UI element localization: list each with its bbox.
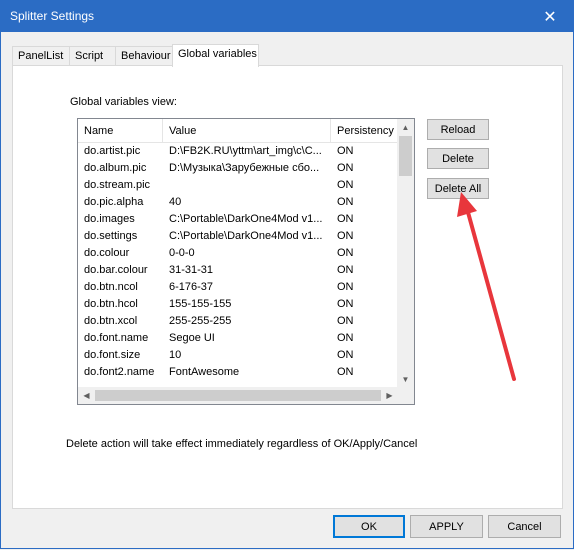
arrow-right-icon[interactable]: ▶ (381, 387, 398, 404)
delete-all-button[interactable]: Delete All (427, 178, 489, 199)
arrow-up-icon[interactable]: ▲ (397, 119, 414, 136)
cell-value: 40 (169, 196, 182, 208)
cell-value: 10 (169, 349, 182, 361)
arrow-left-icon[interactable]: ◀ (78, 387, 95, 404)
cell-name: do.artist.pic (84, 145, 141, 157)
table-row[interactable]: do.font.name Segoe UI ON (78, 330, 398, 347)
column-header-value[interactable]: Value (163, 119, 331, 143)
tab-script[interactable]: Script (69, 46, 116, 66)
global-variables-listview[interactable]: Name Value Persistency do.artist.pic D:\F… (77, 118, 415, 405)
cell-persistency: ON (337, 213, 354, 225)
scroll-corner (397, 387, 414, 404)
cell-persistency: ON (337, 247, 354, 259)
table-row[interactable]: do.settings C:\Portable\DarkOne4Mod v1...… (78, 228, 398, 245)
cell-persistency: ON (337, 298, 354, 310)
cell-value: Segoe UI (169, 332, 215, 344)
cell-persistency: ON (337, 349, 354, 361)
cell-value: D:\FB2K.RU\yttm\art_img\c\C... (169, 145, 322, 157)
ok-button[interactable]: OK (333, 515, 405, 538)
cell-value: 255-255-255 (169, 315, 232, 327)
cell-name: do.stream.pic (84, 179, 151, 191)
splitter-settings-dialog: Splitter Settings ✕ PanelList Script Beh… (0, 0, 574, 549)
reload-button[interactable]: Reload (427, 119, 489, 140)
tab-global-variables[interactable]: Global variables (172, 44, 259, 67)
delete-note: Delete action will take effect immediate… (66, 438, 418, 450)
cell-persistency: ON (337, 332, 354, 344)
tab-panellist[interactable]: PanelList (12, 46, 70, 66)
global-variables-view-label: Global variables view: (70, 96, 177, 108)
cell-name: do.btn.ncol (84, 281, 138, 293)
table-row[interactable]: do.pic.alpha 40 ON (78, 194, 398, 211)
table-row[interactable]: do.font.size 10 ON (78, 347, 398, 364)
cell-value: D:\Музыка\Зарубежные сбо... (169, 162, 320, 174)
apply-button[interactable]: APPLY (410, 515, 483, 538)
cell-name: do.btn.xcol (84, 315, 138, 327)
cell-persistency: ON (337, 281, 354, 293)
table-row[interactable]: do.bar.colour 31-31-31 ON (78, 262, 398, 279)
cell-name: do.colour (84, 247, 130, 259)
cell-value: FontAwesome (169, 366, 240, 378)
window-title: Splitter Settings (10, 9, 95, 23)
cell-name: do.font2.name (84, 366, 155, 378)
table-row[interactable]: do.album.pic D:\Музыка\Зарубежные сбо... O… (78, 160, 398, 177)
arrow-down-icon[interactable]: ▼ (397, 371, 414, 388)
vertical-scroll-thumb[interactable] (399, 136, 412, 176)
cell-name: do.font.size (84, 349, 141, 361)
cell-name: do.album.pic (84, 162, 147, 174)
cell-persistency: ON (337, 145, 354, 157)
cell-name: do.bar.colour (84, 264, 148, 276)
table-row[interactable]: do.font2.name FontAwesome ON (78, 364, 398, 381)
cell-name: do.settings (84, 230, 138, 242)
cell-name: do.images (84, 213, 135, 225)
cell-name: do.btn.hcol (84, 298, 138, 310)
cell-persistency: ON (337, 366, 354, 378)
horizontal-scrollbar[interactable]: ◀ ▶ (78, 387, 398, 404)
horizontal-scroll-thumb[interactable] (95, 390, 381, 401)
vertical-scrollbar[interactable]: ▲ ▼ (397, 119, 414, 388)
title-bar[interactable]: Splitter Settings ✕ (1, 1, 573, 32)
cell-value: 31-31-31 (169, 264, 214, 276)
table-row[interactable]: do.colour 0-0-0 ON (78, 245, 398, 262)
close-icon[interactable]: ✕ (527, 1, 573, 32)
column-header-persistency[interactable]: Persistency (331, 119, 398, 143)
table-row[interactable]: do.images C:\Portable\DarkOne4Mod v1... ON (78, 211, 398, 228)
cell-persistency: ON (337, 315, 354, 327)
cell-persistency: ON (337, 264, 354, 276)
table-row[interactable]: do.btn.hcol 155-155-155 ON (78, 296, 398, 313)
column-header-name[interactable]: Name (78, 119, 163, 143)
list-rows: do.artist.pic D:\FB2K.RU\yttm\art_img\c\C… (78, 143, 398, 387)
cancel-button[interactable]: Cancel (488, 515, 561, 538)
cell-persistency: ON (337, 162, 354, 174)
table-row[interactable]: do.stream.pic ON (78, 177, 398, 194)
cell-name: do.pic.alpha (84, 196, 144, 208)
table-row[interactable]: do.artist.pic D:\FB2K.RU\yttm\art_img\c\C… (78, 143, 398, 160)
cell-name: do.font.name (84, 332, 149, 344)
global-variables-panel: Global variables view: Name Value Persis… (12, 65, 563, 509)
table-row[interactable]: do.btn.xcol 255-255-255 ON (78, 313, 398, 330)
tab-behaviour[interactable]: Behaviour (115, 46, 174, 66)
cell-value: 155-155-155 (169, 298, 232, 310)
table-row[interactable]: do.btn.ncol 6-176-37 ON (78, 279, 398, 296)
cell-value: 6-176-37 (169, 281, 214, 293)
cell-persistency: ON (337, 196, 354, 208)
cell-value: C:\Portable\DarkOne4Mod v1... (169, 213, 323, 225)
cell-value: C:\Portable\DarkOne4Mod v1... (169, 230, 323, 242)
cell-value: 0-0-0 (169, 247, 195, 259)
cell-persistency: ON (337, 230, 354, 242)
list-header: Name Value Persistency (78, 119, 398, 143)
cell-persistency: ON (337, 179, 354, 191)
delete-button[interactable]: Delete (427, 148, 489, 169)
